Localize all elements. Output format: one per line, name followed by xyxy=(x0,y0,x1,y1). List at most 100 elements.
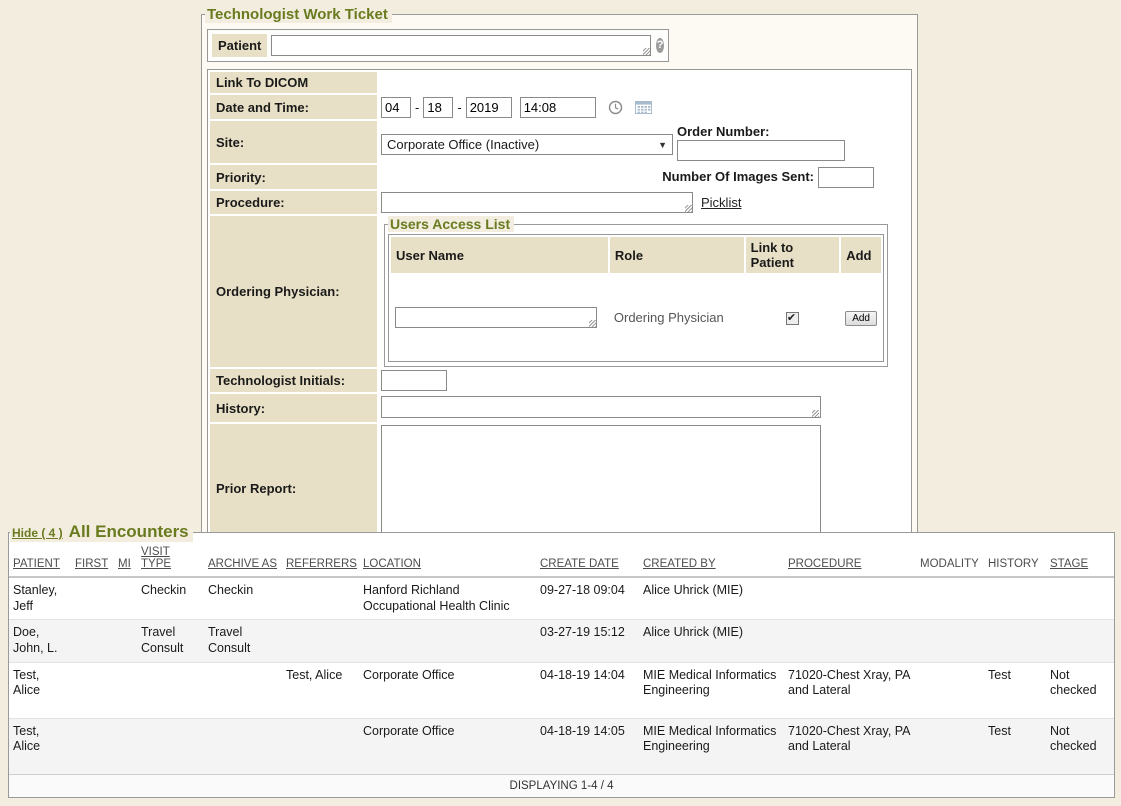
users-access-list: Users Access List User Name Role Link to… xyxy=(384,216,888,367)
cell-modality xyxy=(916,620,984,662)
ual-user-name-input[interactable] xyxy=(395,307,597,328)
link-to-patient-checkbox[interactable] xyxy=(786,312,799,325)
cell-archive-as: Travel Consult xyxy=(204,620,282,662)
site-select[interactable]: Corporate Office (Inactive) ▼ xyxy=(381,134,673,155)
cell-history: Test xyxy=(984,662,1046,718)
cell-stage: Not checked xyxy=(1046,718,1114,774)
cell-patient: Stanley, Jeff xyxy=(9,577,71,620)
cell-created-by: MIE Medical Informatics Engineering xyxy=(639,662,784,718)
cell-procedure xyxy=(784,577,916,620)
cell-archive-as xyxy=(204,662,282,718)
cell-location: Corporate Office xyxy=(359,662,536,718)
encounters-header-row: PATIENT FIRST MI VISIT TYPE ARCHIVE AS R… xyxy=(9,542,1114,577)
col-header-history: HISTORY xyxy=(988,558,1039,570)
cell-stage xyxy=(1046,577,1114,620)
col-header-patient[interactable]: PATIENT xyxy=(13,558,60,570)
cell-first xyxy=(71,620,114,662)
displaying-count: DISPLAYING 1-4 / 4 xyxy=(9,774,1114,797)
procedure-input[interactable] xyxy=(381,192,693,213)
col-header-create-date[interactable]: CREATE DATE xyxy=(540,558,619,570)
help-icon[interactable] xyxy=(656,38,664,53)
order-number-input[interactable] xyxy=(677,140,845,161)
site-label: Site: xyxy=(210,121,377,163)
cell-procedure xyxy=(784,620,916,662)
cell-create-date: 04-18-19 14:05 xyxy=(536,718,639,774)
cell-created-by: Alice Uhrick (MIE) xyxy=(639,577,784,620)
cell-modality xyxy=(916,718,984,774)
date-separator: - xyxy=(457,100,461,115)
date-month-input[interactable] xyxy=(381,97,411,118)
picklist-link[interactable]: Picklist xyxy=(701,195,741,210)
cell-location: Corporate Office xyxy=(359,718,536,774)
encounter-row[interactable]: Doe, John, L. Travel Consult Travel Cons… xyxy=(9,620,1114,662)
encounter-row[interactable]: Test, Alice Test, Alice Corporate Office… xyxy=(9,662,1114,718)
cell-location xyxy=(359,620,536,662)
cell-referrers: Test, Alice xyxy=(282,662,359,718)
cell-history xyxy=(984,620,1046,662)
col-header-created-by[interactable]: CREATED BY xyxy=(643,558,716,570)
date-time-label: Date and Time: xyxy=(210,95,377,119)
cell-stage xyxy=(1046,620,1114,662)
procedure-label: Procedure: xyxy=(210,191,377,214)
cell-modality xyxy=(916,662,984,718)
cell-referrers xyxy=(282,620,359,662)
ual-header-role: Role xyxy=(610,237,744,273)
technologist-initials-input[interactable] xyxy=(381,370,447,391)
cell-procedure: 71020-Chest Xray, PA and Lateral xyxy=(784,662,916,718)
cell-referrers xyxy=(282,577,359,620)
cell-location: Hanford Richland Occupational Health Cli… xyxy=(359,577,536,620)
cell-created-by: Alice Uhrick (MIE) xyxy=(639,620,784,662)
link-to-dicom-label: Link To DICOM xyxy=(210,72,377,93)
cell-created-by: MIE Medical Informatics Engineering xyxy=(639,718,784,774)
time-input[interactable] xyxy=(520,97,596,118)
cell-create-date: 04-18-19 14:04 xyxy=(536,662,639,718)
encounter-row[interactable]: Test, Alice Corporate Office 04-18-19 14… xyxy=(9,718,1114,774)
all-encounters-legend: Hide ( 4 ) All Encounters xyxy=(10,522,193,542)
cell-referrers xyxy=(282,718,359,774)
cell-create-date: 03-27-19 15:12 xyxy=(536,620,639,662)
col-header-procedure[interactable]: PROCEDURE xyxy=(788,558,861,570)
cell-archive-as xyxy=(204,718,282,774)
cell-history: Test xyxy=(984,718,1046,774)
patient-input[interactable] xyxy=(271,35,651,56)
col-header-stage[interactable]: STAGE xyxy=(1050,558,1088,570)
users-access-list-title: Users Access List xyxy=(388,216,514,232)
cell-modality xyxy=(916,577,984,620)
images-sent-label: Number Of Images Sent: xyxy=(662,169,814,184)
calendar-icon[interactable] xyxy=(635,100,652,114)
col-header-location[interactable]: LOCATION xyxy=(363,558,421,570)
chevron-down-icon: ▼ xyxy=(658,140,667,150)
hide-link[interactable]: Hide ( 4 ) xyxy=(12,526,63,540)
col-header-visit-type[interactable]: VISIT TYPE xyxy=(141,546,171,570)
ual-header-user-name: User Name xyxy=(391,237,608,273)
cell-visit-type xyxy=(137,662,204,718)
cell-visit-type: Travel Consult xyxy=(137,620,204,662)
encounter-row[interactable]: Stanley, Jeff Checkin Checkin Hanford Ri… xyxy=(9,577,1114,620)
patient-row: Patient xyxy=(207,29,669,62)
work-ticket-form: Technologist Work Ticket Patient Link To… xyxy=(201,6,918,591)
cell-archive-as: Checkin xyxy=(204,577,282,620)
cell-procedure: 71020-Chest Xray, PA and Lateral xyxy=(784,718,916,774)
cell-patient: Doe, John, L. xyxy=(9,620,71,662)
priority-label: Priority: xyxy=(210,165,377,189)
cell-mi xyxy=(114,662,137,718)
cell-mi xyxy=(114,620,137,662)
date-year-input[interactable] xyxy=(466,97,512,118)
history-textarea[interactable] xyxy=(381,396,821,418)
clock-icon[interactable] xyxy=(608,100,623,115)
add-button[interactable]: Add xyxy=(845,311,877,326)
ual-role-value: Ordering Physician xyxy=(610,275,744,359)
ordering-physician-label: Ordering Physician: xyxy=(210,216,377,367)
col-header-first[interactable]: FIRST xyxy=(75,558,108,570)
cell-mi xyxy=(114,577,137,620)
col-header-archive-as[interactable]: ARCHIVE AS xyxy=(208,558,277,570)
technologist-initials-label: Technologist Initials: xyxy=(210,369,377,392)
date-day-input[interactable] xyxy=(423,97,453,118)
col-header-referrers[interactable]: REFERRERS xyxy=(286,558,357,570)
work-ticket-fields: Link To DICOM Date and Time: - - xyxy=(207,69,912,555)
all-encounters-title: All Encounters xyxy=(69,522,189,541)
col-header-mi[interactable]: MI xyxy=(118,558,131,570)
cell-first xyxy=(71,662,114,718)
cell-first xyxy=(71,577,114,620)
images-sent-input[interactable] xyxy=(818,167,874,188)
